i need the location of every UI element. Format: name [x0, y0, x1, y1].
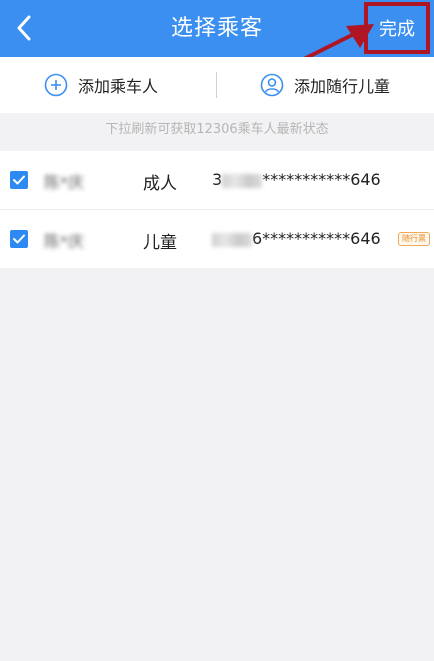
passenger-checkbox[interactable]	[10, 230, 28, 248]
id-suffix: 6***********646	[252, 229, 381, 248]
passenger-type: 儿童	[143, 233, 177, 253]
passenger-type: 成人	[143, 174, 177, 194]
passenger-list: 陈*庆 成人 3 ***********646 陈*庆 儿童 6*********…	[0, 151, 434, 268]
id-prefix: 3	[212, 170, 223, 189]
check-icon	[13, 175, 25, 185]
add-passenger-label: 添加乘车人	[78, 77, 159, 96]
add-child-label: 添加随行儿童	[294, 77, 391, 96]
passenger-id-number: 3 ***********646	[212, 170, 381, 189]
add-passenger-button[interactable]: 添加乘车人	[44, 57, 158, 113]
user-circle-icon	[260, 73, 284, 97]
passenger-row[interactable]: 陈*庆 儿童 6***********646 随行票	[0, 210, 434, 268]
divider	[216, 72, 217, 98]
add-child-button[interactable]: 添加随行儿童	[260, 57, 390, 113]
passenger-name: 陈*庆	[44, 173, 85, 192]
companion-ticket-badge: 随行票	[398, 232, 430, 246]
id-redaction	[212, 232, 252, 247]
passenger-row[interactable]: 陈*庆 成人 3 ***********646	[0, 151, 434, 210]
passenger-name: 陈*庆	[44, 232, 85, 251]
check-icon	[13, 234, 25, 244]
plus-circle-icon	[44, 73, 68, 97]
refresh-hint: 下拉刷新可获取12306乘车人最新状态	[105, 122, 329, 137]
add-passenger-bar: 添加乘车人 添加随行儿童	[0, 57, 434, 113]
done-button-label: 完成	[379, 19, 415, 40]
id-redaction	[222, 173, 263, 188]
passenger-checkbox[interactable]	[10, 171, 28, 189]
id-suffix: ***********646	[262, 170, 381, 189]
passenger-id-number: 6***********646	[212, 229, 381, 248]
